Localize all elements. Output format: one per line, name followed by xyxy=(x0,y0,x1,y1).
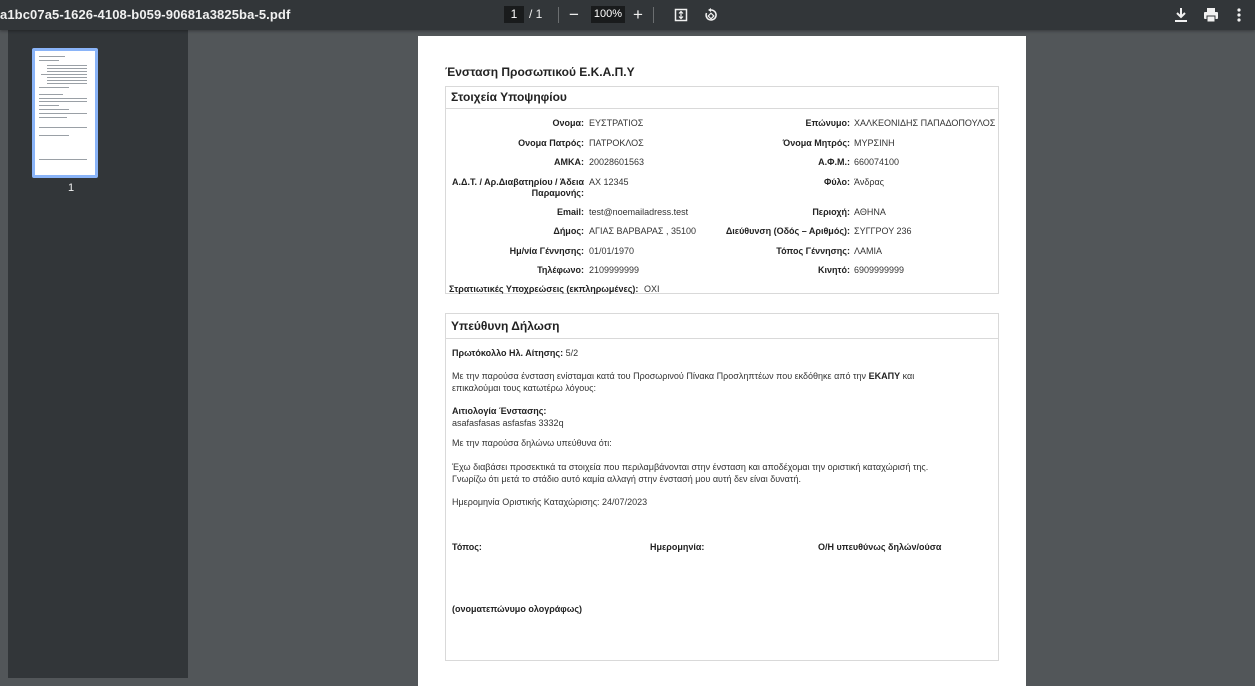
pdf-toolbar: a1bc07a5-1626-4108-b059-90681a3825ba-5.p… xyxy=(0,0,1255,30)
declaration-section-heading: Υπεύθυνη Δήλωση xyxy=(446,314,998,339)
reason-block: Αιτιολογία Ένστασης: asafasfasas asfasfa… xyxy=(452,405,564,429)
rotate-icon[interactable] xyxy=(703,7,719,23)
statement-line-1: Έχω διαβάσει προσεκτικά τα στοιχεία που … xyxy=(452,462,929,472)
more-icon[interactable] xyxy=(1236,7,1242,23)
field-label: Α.Φ.Μ.: xyxy=(818,157,850,167)
field-label: Όνομα Μητρός: xyxy=(782,138,850,148)
field-label: Email: xyxy=(556,207,584,217)
final-date-line: Ημερομηνία Οριστικής Καταχώρισης: 24/07/… xyxy=(452,497,648,507)
field-label: Ονομα Πατρός: xyxy=(518,138,584,148)
toolbar-divider xyxy=(653,7,654,23)
thumbnail-page-number: 1 xyxy=(68,182,75,194)
field-label: Διεύθυνση (Οδός – Αριθμός): xyxy=(725,226,850,236)
protocol-value: 5/2 xyxy=(565,348,579,358)
page-thumbnail[interactable] xyxy=(32,48,98,178)
field-value: ΑΘΗΝΑ xyxy=(854,207,886,217)
intro-text: Με την παρούσα ένσταση ενίσταμαι κατά το… xyxy=(452,371,867,381)
field-label: Στρατιωτικές Υποχρεώσεις (εκπληρωμένες): xyxy=(449,284,639,294)
page-total: / 1 xyxy=(529,7,543,21)
intro-line-2: επικαλούμαι τους κατωτέρω λόγους: xyxy=(452,383,596,393)
field-value: 20028601563 xyxy=(589,157,645,167)
field-value: 660074100 xyxy=(854,157,900,167)
field-value: ΧΑΛΚΕΟΝΙΔΗΣ ΠΑΠΑΔΟΠΟΥΛΟΣ xyxy=(854,118,996,128)
document-title: Ένσταση Προσωπικού Ε.Κ.Α.Π.Υ xyxy=(445,65,635,79)
field-value: ΛΑΜΙΑ xyxy=(854,246,883,256)
field-value: ΑΓΙΑΣ ΒΑΡΒΑΡΑΣ , 35100 xyxy=(589,226,696,236)
page-number-input[interactable]: 1 xyxy=(504,6,524,23)
field-value: ΜΥΡΣΙΝΗ xyxy=(854,138,895,148)
pdf-page: Ένσταση Προσωπικού Ε.Κ.Α.Π.Υ Στοιχεία Υπ… xyxy=(418,36,1026,686)
zoom-out-button[interactable]: − xyxy=(569,0,579,30)
field-label: Επώνυμο: xyxy=(805,118,851,128)
fit-page-icon[interactable] xyxy=(674,8,688,22)
field-label: Κινητό: xyxy=(817,265,850,275)
reason-value: asafasfasas asfasfas 3332q xyxy=(452,418,564,428)
field-value: test@noemailadress.test xyxy=(589,207,689,217)
candidate-details-section: Στοιχεία Υποψηφίου Ονομα: ΕΥΣΤΡΑΤΙΟΣ Επώ… xyxy=(445,86,999,294)
field-label: Ημ/νία Γέννησης: xyxy=(509,246,584,256)
download-icon[interactable] xyxy=(1174,7,1188,23)
reason-label: Αιτιολογία Ένστασης: xyxy=(452,406,547,416)
intro-text-end: και xyxy=(902,371,915,381)
field-label: Φύλο: xyxy=(823,177,850,187)
field-value: 6909999999 xyxy=(854,265,905,275)
zoom-in-button[interactable]: + xyxy=(633,0,643,30)
fullname-label: (ονοματεπώνυμο ολογράφως) xyxy=(452,604,583,614)
field-label: Α.Δ.Τ. / Αρ.Διαβατηρίου / Άδεια Παραμονή… xyxy=(452,177,584,198)
field-value: Άνδρας xyxy=(854,177,885,187)
declarant-label: Ο/Η υπευθύνως δηλών/ούσα xyxy=(818,542,942,552)
protocol-label: Πρωτόκολλο Ηλ. Αίτησης: xyxy=(452,348,564,358)
field-label: Ονομα: xyxy=(552,118,584,128)
print-icon[interactable] xyxy=(1203,7,1219,23)
intro-paragraph: Με την παρούσα ένσταση ενίσταμαι κατά το… xyxy=(452,370,992,394)
field-value: AX 12345 xyxy=(589,177,629,187)
statement-line-2: Γνωρίζω ότι μετά το στάδιο αυτό καμία αλ… xyxy=(452,474,801,484)
declaration-section: Υπεύθυνη Δήλωση Πρωτόκολλο Ηλ. Αίτησης: … xyxy=(445,313,999,661)
field-label: Τόπος Γέννησης: xyxy=(776,246,850,256)
field-value: ΠΑΤΡΟΚΛΟΣ xyxy=(589,138,644,148)
field-label: Δήμος: xyxy=(553,226,584,236)
field-value: ΕΥΣΤΡΑΤΙΟΣ xyxy=(589,118,644,128)
thumbnail-sidebar: 1 xyxy=(8,30,188,678)
place-label: Τόπος: xyxy=(452,542,482,552)
field-value: ΟΧΙ xyxy=(644,284,660,294)
field-label: Τηλέφωνο: xyxy=(537,265,584,275)
field-value: 2109999999 xyxy=(589,265,640,275)
toolbar-divider xyxy=(558,7,559,23)
intro-bold-text: ΕΚΑΠΥ xyxy=(868,371,901,381)
protocol-line: Πρωτόκολλο Ηλ. Αίτησης: 5/2 xyxy=(452,347,578,359)
date-label: Ημερομηνία: xyxy=(650,542,705,552)
field-value: 01/01/1970 xyxy=(589,246,635,256)
zoom-level-input[interactable]: 100% xyxy=(591,6,625,23)
document-filename: a1bc07a5-1626-4108-b059-90681a3825ba-5.p… xyxy=(0,7,291,22)
field-value: ΣΥΓΓΡΟΥ 236 xyxy=(854,226,912,236)
statement-paragraph: Έχω διαβάσει προσεκτικά τα στοιχεία που … xyxy=(452,461,997,485)
candidate-section-heading: Στοιχεία Υποψηφίου xyxy=(446,87,998,109)
field-label: Περιοχή: xyxy=(812,207,850,217)
field-label: ΑΜΚΑ: xyxy=(554,157,584,167)
declare-line: Με την παρούσα δηλώνω υπεύθυνα ότι: xyxy=(452,438,612,448)
